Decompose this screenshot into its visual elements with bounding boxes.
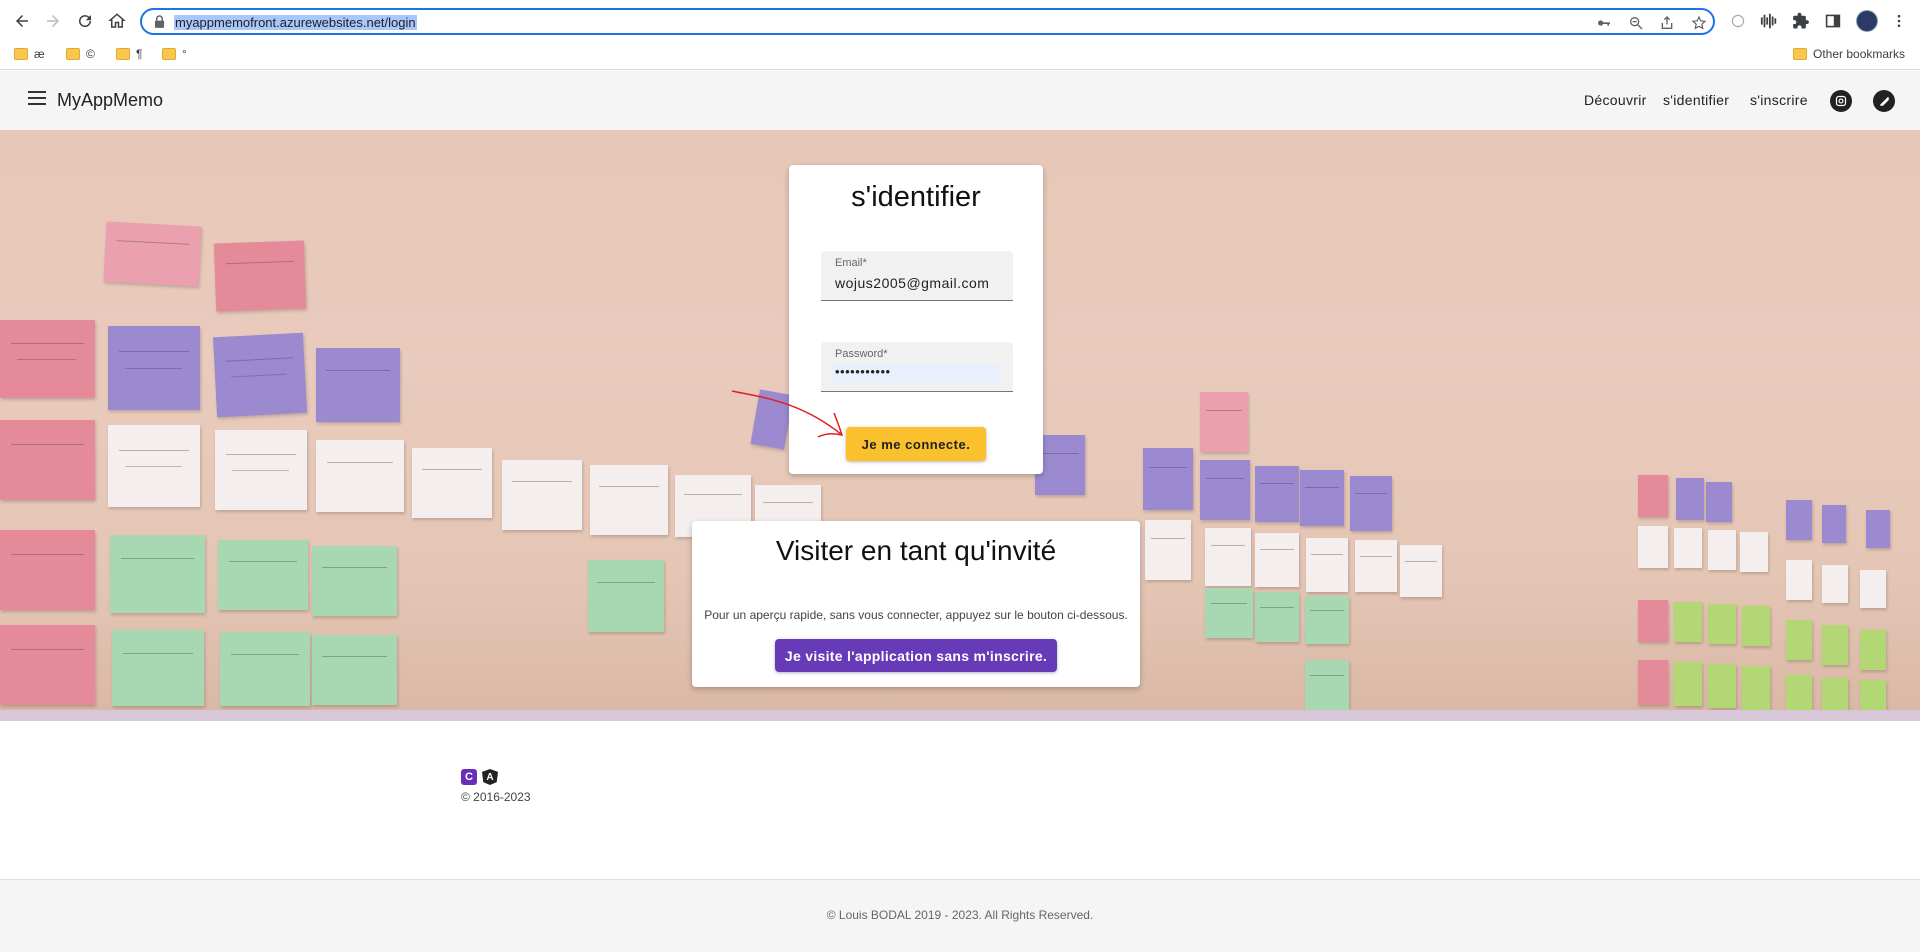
address-bar[interactable]: myappmemofront.azurewebsites.net/login — [140, 8, 1715, 35]
annotation-arrow-icon — [731, 390, 844, 438]
bookmark-folder[interactable]: æ — [14, 47, 45, 61]
bookmarks-bar: æ © ¶ ° Other bookmarks — [0, 42, 1920, 70]
forward-icon[interactable] — [41, 9, 65, 33]
password-label: Password* — [835, 348, 888, 360]
key-icon[interactable] — [1595, 14, 1613, 32]
theme-toggle-icon[interactable] — [1873, 90, 1895, 112]
bookmark-folder[interactable]: © — [66, 47, 95, 61]
hamburger-menu-icon[interactable] — [28, 91, 46, 105]
url-text[interactable]: myappmemofront.azurewebsites.net/login — [174, 15, 417, 30]
folder-icon — [116, 48, 130, 60]
nav-link-decouvrir[interactable]: Découvrir — [1584, 92, 1647, 108]
app-toolbar: MyAppMemo Découvrir s'identifier s'inscr… — [0, 71, 1920, 130]
guest-card: Visiter en tant qu'invité Pour un aperçu… — [692, 521, 1140, 687]
nav-link-sidentifier[interactable]: s'identifier — [1663, 92, 1729, 108]
nav-link-sinscrire[interactable]: s'inscrire — [1750, 92, 1808, 108]
profile-avatar[interactable] — [1856, 10, 1878, 32]
instagram-icon[interactable] — [1830, 90, 1852, 112]
other-bookmarks[interactable]: Other bookmarks — [1793, 47, 1905, 61]
back-icon[interactable] — [10, 9, 34, 33]
login-submit-button[interactable]: Je me connecte. — [846, 427, 986, 461]
csharp-logo-icon: C — [461, 769, 477, 785]
copyright-text: © Louis BODAL 2019 - 2023. All Rights Re… — [826, 908, 1094, 922]
menu-dots-icon[interactable] — [1889, 11, 1909, 31]
app-title[interactable]: MyAppMemo — [57, 90, 163, 111]
email-field[interactable]: Email* wojus2005@gmail.com — [821, 251, 1013, 301]
extensions-icon[interactable] — [1791, 11, 1811, 31]
page-footer: © Louis BODAL 2019 - 2023. All Rights Re… — [0, 879, 1920, 952]
guest-visit-button[interactable]: Je visite l'application sans m'inscrire. — [775, 639, 1057, 672]
email-value[interactable]: wojus2005@gmail.com — [835, 275, 989, 291]
folder-icon — [1793, 48, 1807, 60]
bookmark-folder[interactable]: ¶ — [116, 47, 142, 61]
lock-icon[interactable] — [154, 15, 166, 29]
browser-toolbar: myappmemofront.azurewebsites.net/login — [0, 0, 1920, 42]
guest-description: Pour un aperçu rapide, sans vous connect… — [704, 608, 1128, 622]
sidepanel-icon[interactable] — [1823, 11, 1843, 31]
share-icon[interactable] — [1658, 14, 1676, 32]
star-icon[interactable] — [1690, 14, 1708, 32]
reload-icon[interactable] — [73, 9, 97, 33]
audio-extension-icon[interactable] — [1759, 11, 1779, 31]
folder-icon — [162, 48, 176, 60]
login-title: s'identifier — [851, 181, 981, 213]
email-label: Email* — [835, 257, 867, 269]
home-icon[interactable] — [105, 9, 129, 33]
guest-title: Visiter en tant qu'invité — [775, 535, 1057, 566]
folder-icon — [14, 48, 28, 60]
folder-icon — [66, 48, 80, 60]
zoom-icon[interactable] — [1627, 14, 1645, 32]
extension-icon[interactable] — [1728, 11, 1748, 31]
angular-logo-icon: A — [482, 769, 498, 785]
bookmark-folder[interactable]: ° — [162, 47, 187, 61]
years-text: © 2016-2023 — [461, 790, 531, 804]
password-value[interactable]: ••••••••••• — [835, 364, 891, 379]
